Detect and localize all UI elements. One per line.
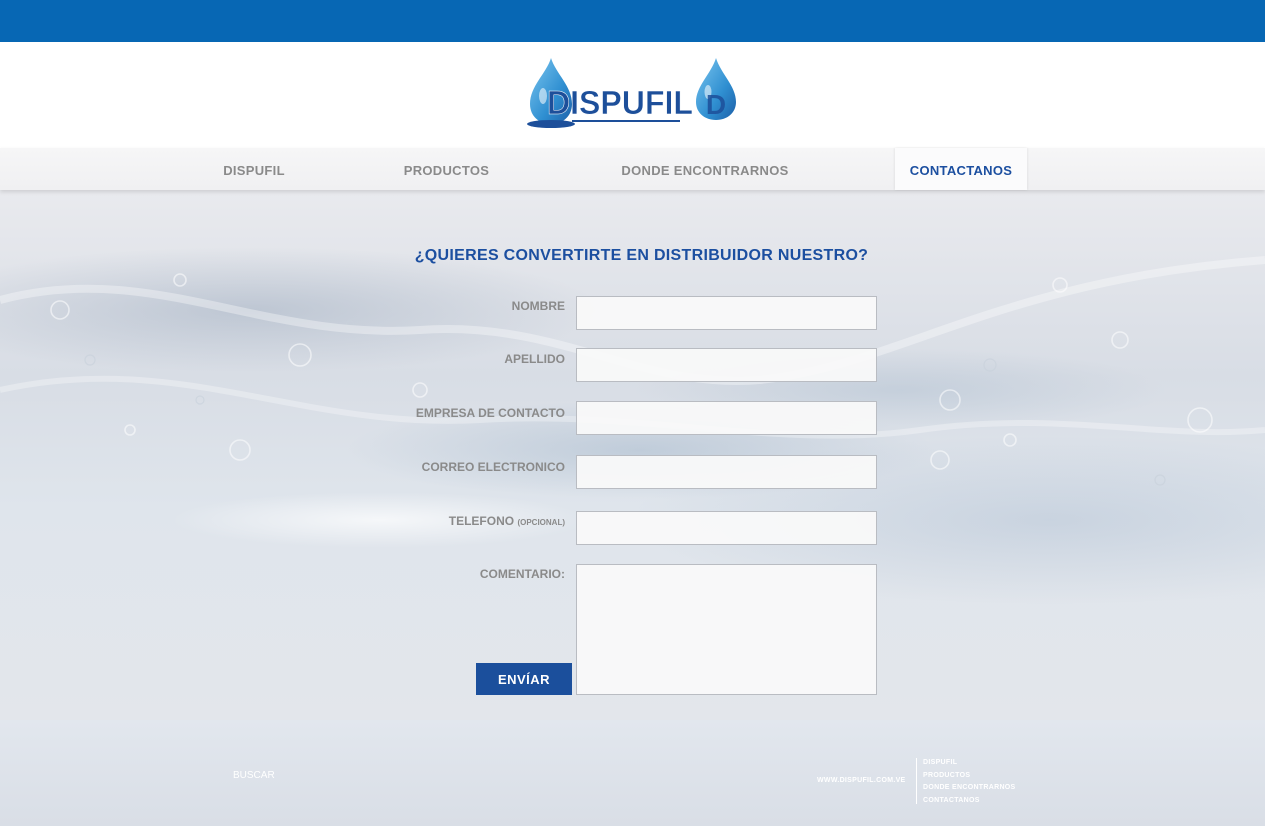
send-button[interactable]: ENVÍAR — [476, 663, 572, 695]
telefono-label-text: TELEFONO — [448, 514, 515, 528]
nav-item-dispufil[interactable]: DISPUFIL — [210, 148, 298, 190]
correo-field[interactable] — [576, 455, 877, 489]
dispufil-logo[interactable]: D DISPUFIL — [526, 56, 740, 130]
comentario-label: COMENTARIO: — [479, 567, 565, 581]
footer-link-donde-encontrarnos[interactable]: DONDE ENCONTRARNOS — [923, 784, 1016, 797]
footer: BUSCAR WWW.DISPUFIL.COM.VE DISPUFIL PROD… — [0, 720, 1265, 826]
nav-item-contactanos[interactable]: CONTACTANOS — [895, 148, 1027, 190]
footer-link-dispufil[interactable]: DISPUFIL — [923, 759, 1016, 772]
contact-section: ¿QUIERES CONVERTIRTE EN DISTRIBUIDOR NUE… — [0, 190, 1265, 720]
telefono-label: TELEFONO (OPCIONAL) — [345, 514, 565, 528]
footer-links: DISPUFIL PRODUCTOS DONDE ENCONTRARNOS CO… — [923, 759, 1016, 809]
nombre-field[interactable] — [576, 296, 877, 330]
footer-url[interactable]: WWW.DISPUFIL.COM.VE — [817, 777, 906, 784]
empresa-field[interactable] — [576, 401, 877, 435]
nav-item-productos[interactable]: PRODUCTOS — [395, 148, 498, 190]
svg-text:D: D — [706, 89, 726, 120]
correo-label: CORREO ELECTRONICO — [421, 460, 565, 474]
page: D DISPUFIL DISPUFIL PRODUCTOS DONDE ENCO… — [0, 0, 1265, 826]
header: D DISPUFIL — [0, 42, 1265, 148]
logo-wordmark: DISPUFIL — [547, 84, 693, 121]
nav-item-donde-encontrarnos[interactable]: DONDE ENCONTRARNOS — [610, 148, 800, 190]
apellido-label: APELLIDO — [504, 352, 565, 366]
footer-link-contactanos[interactable]: CONTACTANOS — [923, 797, 1016, 810]
apellido-field[interactable] — [576, 348, 877, 382]
form-title: ¿QUIERES CONVERTIRTE EN DISTRIBUIDOR NUE… — [414, 247, 869, 264]
footer-search-link[interactable]: BUSCAR — [233, 770, 275, 781]
telefono-optional-note: (OPCIONAL) — [517, 518, 565, 527]
footer-divider — [916, 758, 917, 804]
comentario-field[interactable] — [576, 564, 877, 695]
empresa-label: EMPRESA DE CONTACTO — [415, 406, 565, 420]
top-bar — [0, 0, 1265, 42]
nombre-label: NOMBRE — [511, 299, 565, 313]
telefono-field[interactable] — [576, 511, 877, 545]
main-nav: DISPUFIL PRODUCTOS DONDE ENCONTRARNOS CO… — [0, 148, 1265, 190]
footer-link-productos[interactable]: PRODUCTOS — [923, 772, 1016, 785]
